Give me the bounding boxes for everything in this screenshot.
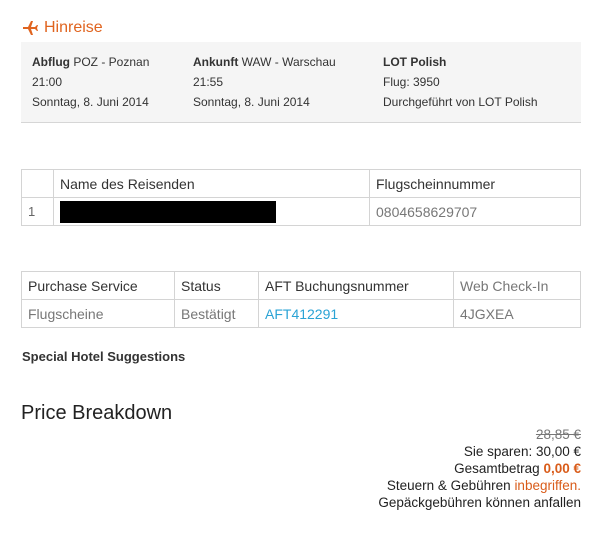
purchase-service-header: Purchase Service (21, 271, 175, 300)
airline-info: LOT Polish Flug: 3950 Durchgeführt von L… (383, 52, 538, 112)
status-header: Status (174, 271, 259, 300)
hotel-suggestions-heading: Special Hotel Suggestions (22, 349, 186, 364)
original-price: 28,85 € (535, 427, 581, 442)
services-table: Purchase Service Status AFT Buchungsnumm… (21, 271, 581, 328)
table-row: 1 0804658629707 (21, 197, 581, 226)
arrival-place: WAW - Warschau (241, 55, 336, 69)
price-breakdown-title: Price Breakdown (21, 402, 173, 424)
web-checkin-code: 4JGXEA (453, 299, 581, 328)
total-line: Gesamtbetrag 0,00 € (378, 460, 581, 477)
arrival-date: Sonntag, 8. Juni 2014 (193, 95, 310, 109)
departure-info: Abflug POZ - Poznan 21:00 Sonntag, 8. Ju… (32, 52, 149, 112)
flight-details: Abflug POZ - Poznan 21:00 Sonntag, 8. Ju… (21, 42, 581, 123)
taxes-included: inbegriffen. (514, 478, 581, 493)
arrival-info: Ankunft WAW - Warschau 21:55 Sonntag, 8.… (193, 52, 336, 112)
flight-number: Flug: 3950 (383, 75, 440, 89)
price-summary: 28,85 € Sie sparen: 30,00 € Gesamtbetrag… (378, 426, 581, 511)
airline-name: LOT Polish (383, 55, 447, 69)
departure-label: Abflug (32, 55, 70, 69)
taxes-label: Steuern & Gebühren (386, 478, 511, 493)
table-header-row: Purchase Service Status AFT Buchungsnumm… (21, 271, 581, 300)
departure-place: POZ - Poznan (73, 55, 150, 69)
service-status: Bestätigt (174, 299, 259, 328)
total-label: Gesamtbetrag (454, 461, 540, 476)
service-name: Flugscheine (21, 299, 175, 328)
departure-time: 21:00 (32, 75, 63, 89)
baggage-notice: Gepäckgebühren können anfallen (378, 495, 581, 510)
traveler-index: 1 (21, 197, 54, 226)
airplane-icon (23, 21, 38, 35)
ticket-number: 0804658629707 (369, 197, 581, 226)
ticket-number-header: Flugscheinnummer (369, 169, 581, 198)
redacted-name (60, 200, 276, 223)
web-checkin-header: Web Check-In (453, 271, 581, 300)
traveler-name-header: Name des Reisenden (53, 169, 370, 198)
table-header-row: Name des Reisenden Flugscheinnummer (21, 169, 581, 198)
travelers-table: Name des Reisenden Flugscheinnummer 1 08… (21, 169, 581, 226)
arrival-label: Ankunft (193, 55, 239, 69)
booking-number-header: AFT Buchungsnummer (258, 271, 454, 300)
booking-number-cell: AFT412291 (258, 299, 454, 328)
table-row: Flugscheine Bestätigt AFT412291 4JGXEA (21, 299, 581, 328)
total-value: 0,00 € (543, 461, 581, 476)
savings: Sie sparen: 30,00 € (463, 444, 581, 459)
traveler-name (53, 197, 370, 226)
outbound-title: Hinreise (44, 19, 103, 36)
arrival-time: 21:55 (193, 75, 224, 89)
booking-number-link[interactable]: AFT412291 (265, 306, 338, 322)
departure-date: Sonntag, 8. Juni 2014 (32, 95, 149, 109)
operated-by: Durchgeführt von LOT Polish (383, 95, 538, 109)
taxes-line: Steuern & Gebühren inbegriffen. (378, 477, 581, 494)
index-header (21, 169, 54, 198)
outbound-heading: Hinreise (22, 17, 103, 39)
